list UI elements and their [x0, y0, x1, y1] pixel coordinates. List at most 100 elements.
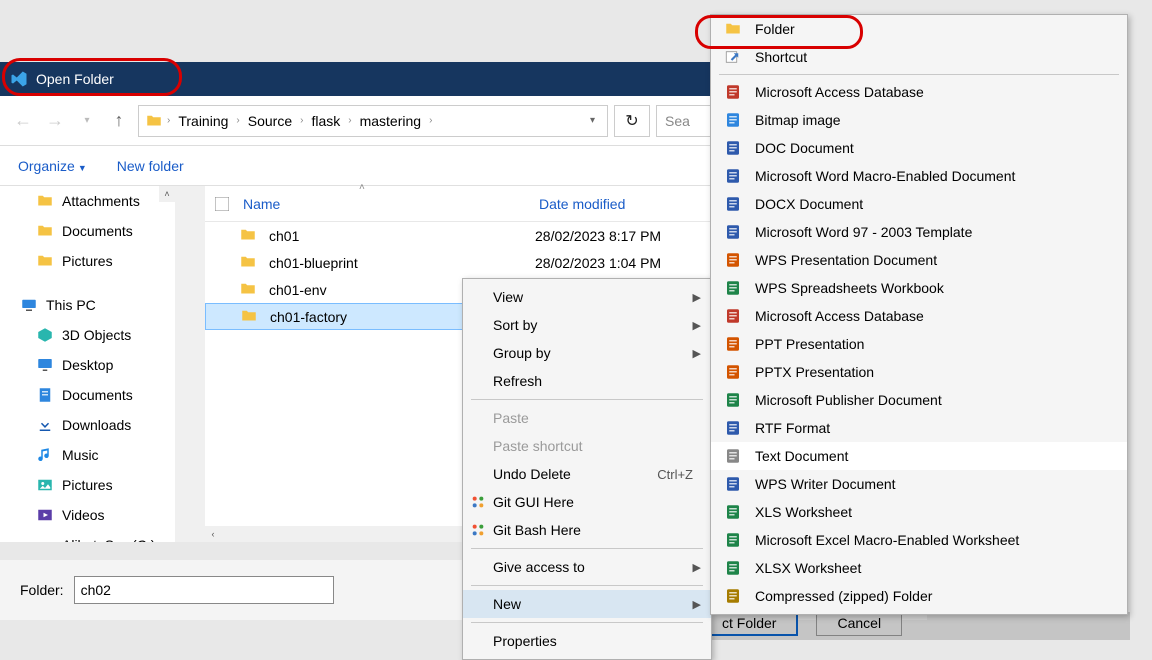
nav-up-button[interactable]: ↑: [106, 108, 132, 134]
file-date: 28/02/2023 1:04 PM: [535, 255, 735, 271]
nav-this-pc[interactable]: This PC: [0, 290, 175, 320]
nav-pc-item[interactable]: 3D Objects: [0, 320, 175, 350]
file-name: ch01: [269, 228, 535, 244]
doc-icon: [723, 194, 743, 214]
folder-name-input[interactable]: [74, 576, 334, 604]
chevron-right-icon: ›: [300, 115, 303, 126]
chevron-right-icon: ›: [348, 115, 351, 126]
doc-icon: [723, 222, 743, 242]
new-menu-item[interactable]: PPTX Presentation: [711, 358, 1127, 386]
doc-icon: [723, 334, 743, 354]
new-menu-item[interactable]: Microsoft Access Database: [711, 78, 1127, 106]
new-menu-item[interactable]: XLSX Worksheet: [711, 554, 1127, 582]
new-menu-item[interactable]: Bitmap image: [711, 106, 1127, 134]
menu-separator: [471, 585, 703, 586]
new-menu-item[interactable]: Text Document: [711, 442, 1127, 470]
nav-quick-item[interactable]: Attachments: [0, 186, 175, 216]
new-menu-item[interactable]: Microsoft Publisher Document: [711, 386, 1127, 414]
refresh-button[interactable]: ↻: [614, 105, 650, 137]
folder-input-label: Folder:: [20, 582, 64, 598]
navigation-tree[interactable]: ˄ AttachmentsDocumentsPictures This PC 3…: [0, 186, 175, 542]
nav-recent-dropdown[interactable]: ▾: [74, 108, 100, 134]
menu-label: Compressed (zipped) Folder: [755, 588, 932, 604]
context-menu-item[interactable]: New▶: [463, 590, 711, 618]
select-all-checkbox[interactable]: [205, 197, 239, 211]
column-header-name[interactable]: ˄Name: [239, 196, 539, 212]
menu-separator: [471, 548, 703, 549]
nav-pc-item[interactable]: Downloads: [0, 410, 175, 440]
breadcrumb-segment[interactable]: Source: [244, 113, 296, 129]
address-bar[interactable]: › Training › Source › flask › mastering …: [138, 105, 608, 137]
nav-pc-item[interactable]: Pictures: [0, 470, 175, 500]
context-menu-item[interactable]: Git GUI Here: [463, 488, 711, 516]
menu-separator: [719, 74, 1119, 75]
context-menu-item[interactable]: View▶: [463, 283, 711, 311]
doc-icon: [723, 390, 743, 410]
new-menu-item[interactable]: Shortcut: [711, 43, 1127, 71]
new-menu-item[interactable]: Microsoft Access Database: [711, 302, 1127, 330]
nav-pc-item[interactable]: AlibataSys (C:): [0, 530, 175, 542]
column-header-date[interactable]: Date modified: [539, 196, 739, 212]
breadcrumb-segment[interactable]: flask: [307, 113, 344, 129]
organize-dropdown[interactable]: Organize▼: [18, 158, 87, 174]
nav-forward-button[interactable]: →: [42, 108, 68, 134]
nav-quick-item[interactable]: Pictures: [0, 246, 175, 276]
new-menu-item[interactable]: WPS Spreadsheets Workbook: [711, 274, 1127, 302]
nav-label: Pictures: [62, 253, 113, 269]
nav-label: Downloads: [62, 417, 131, 433]
new-menu-item[interactable]: WPS Presentation Document: [711, 246, 1127, 274]
context-menu-item[interactable]: Sort by▶: [463, 311, 711, 339]
new-menu-item[interactable]: Microsoft Word Macro-Enabled Document: [711, 162, 1127, 190]
folder-icon: [36, 192, 54, 210]
nav-label: AlibataSys (C:): [62, 537, 155, 542]
shortcut-icon: [723, 47, 743, 67]
nav-label: 3D Objects: [62, 327, 131, 343]
scroll-left-icon[interactable]: ‹: [205, 526, 221, 542]
new-menu-item[interactable]: Compressed (zipped) Folder: [711, 582, 1127, 610]
menu-label: WPS Spreadsheets Workbook: [755, 280, 944, 296]
address-dropdown[interactable]: ▾: [584, 115, 601, 126]
folder-icon: [145, 112, 163, 130]
context-menu-item: Paste shortcut: [463, 432, 711, 460]
menu-label: Microsoft Word Macro-Enabled Document: [755, 168, 1015, 184]
git-icon: [469, 521, 487, 539]
breadcrumb-segment[interactable]: mastering: [356, 113, 425, 129]
new-menu-item[interactable]: PPT Presentation: [711, 330, 1127, 358]
context-menu-item[interactable]: Group by▶: [463, 339, 711, 367]
menu-label: Folder: [755, 21, 795, 37]
new-menu-item[interactable]: Microsoft Word 97 - 2003 Template: [711, 218, 1127, 246]
nav-back-button[interactable]: ←: [10, 108, 36, 134]
music-icon: [36, 446, 54, 464]
nav-pc-item[interactable]: Documents: [0, 380, 175, 410]
nav-pc-item[interactable]: Desktop: [0, 350, 175, 380]
new-menu-item[interactable]: XLS Worksheet: [711, 498, 1127, 526]
downloads-icon: [36, 416, 54, 434]
new-menu-item[interactable]: DOC Document: [711, 134, 1127, 162]
pc-icon: [20, 296, 38, 314]
menu-label: Microsoft Access Database: [755, 84, 924, 100]
nav-quick-item[interactable]: Documents: [0, 216, 175, 246]
new-menu-item[interactable]: DOCX Document: [711, 190, 1127, 218]
doc-icon: [723, 250, 743, 270]
new-menu-item[interactable]: Microsoft Excel Macro-Enabled Worksheet: [711, 526, 1127, 554]
menu-label: Text Document: [755, 448, 848, 464]
context-menu-item[interactable]: Git Bash Here: [463, 516, 711, 544]
context-menu-item[interactable]: Give access to▶: [463, 553, 711, 581]
nav-label: Videos: [62, 507, 105, 523]
submenu-arrow-icon: ▶: [693, 561, 701, 574]
context-menu-item[interactable]: Refresh: [463, 367, 711, 395]
context-menu-item[interactable]: Properties: [463, 627, 711, 655]
nav-pc-item[interactable]: Music: [0, 440, 175, 470]
breadcrumb-segment[interactable]: Training: [174, 113, 232, 129]
doc-icon: [723, 502, 743, 522]
new-menu-item[interactable]: Folder: [711, 15, 1127, 43]
menu-label: Git GUI Here: [493, 494, 574, 510]
scroll-up-icon[interactable]: ˄: [159, 186, 175, 202]
context-menu-item[interactable]: Undo DeleteCtrl+Z: [463, 460, 711, 488]
nav-pc-item[interactable]: Videos: [0, 500, 175, 530]
context-menu: View▶Sort by▶Group by▶RefreshPastePaste …: [462, 278, 712, 660]
doc-icon: [723, 110, 743, 130]
new-menu-item[interactable]: RTF Format: [711, 414, 1127, 442]
new-folder-button[interactable]: New folder: [117, 158, 184, 174]
new-menu-item[interactable]: WPS Writer Document: [711, 470, 1127, 498]
